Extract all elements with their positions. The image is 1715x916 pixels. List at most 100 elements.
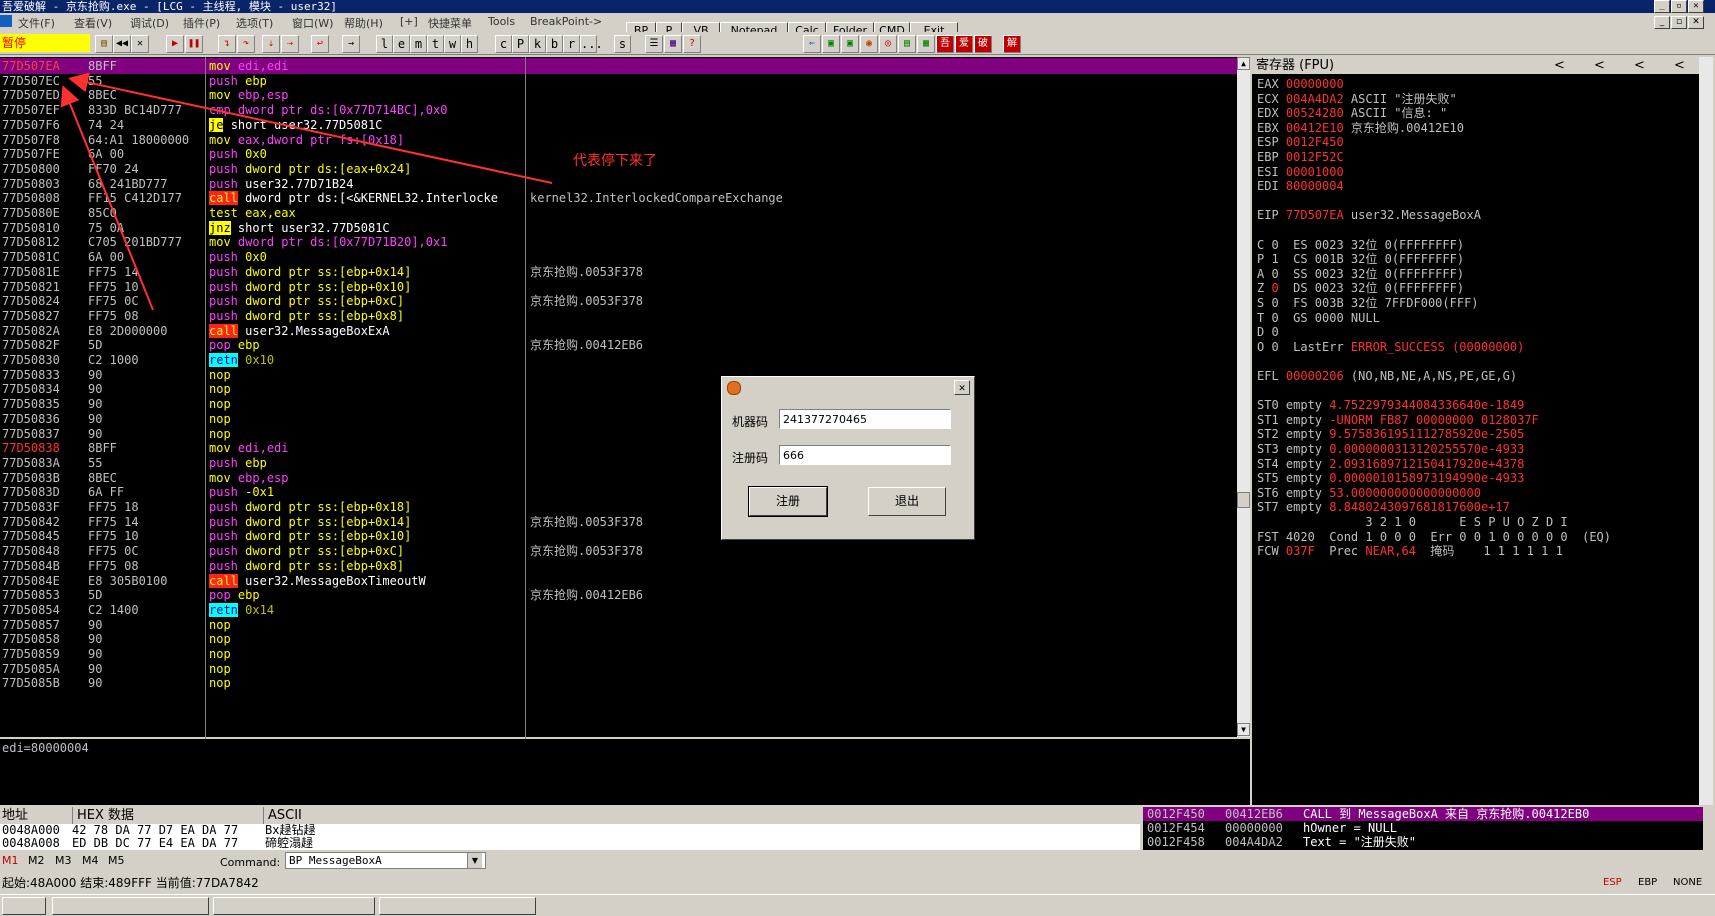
disasm-row[interactable]: 77D50848 FF75 0C push dword ptr ss:[ebp+0x…	[0, 543, 1237, 559]
register-line[interactable]: ST4 empty 2.0931689712150417920e+4378	[1257, 456, 1524, 472]
plugin-icon-2[interactable]: ▣	[841, 35, 859, 53]
register-line[interactable]: ST7 empty 8.8480243097681817600e+17	[1257, 499, 1510, 515]
menu-debug[interactable]: 调试(D)	[130, 15, 169, 31]
menu-options[interactable]: 选项(T)	[236, 15, 273, 31]
maximize-button[interactable]: ▫	[1671, 0, 1687, 13]
register-line[interactable]: Z 0 DS 0023 32位 0(FFFFFFFF)	[1257, 280, 1464, 296]
register-line[interactable]: ESI 00001000	[1257, 164, 1344, 180]
disasm-row[interactable]: 77D5081C 6A 00 push 0x0	[0, 249, 1237, 265]
menu-shortcut[interactable]: 快捷菜单	[428, 15, 472, 31]
disasm-row[interactable]: 77D50838 8BFF mov edi,edi	[0, 440, 1237, 456]
register-line[interactable]: FCW 037F Prec NEAR,64 掩码 1 1 1 1 1 1	[1257, 543, 1563, 559]
disasm-row[interactable]: 77D50837 90 nop	[0, 426, 1237, 442]
disasm-row[interactable]: 77D50854 C2 1400 retn 0x14	[0, 602, 1237, 618]
menu-window[interactable]: 窗口(W)	[292, 15, 333, 31]
memory-tab-3[interactable]: M3	[55, 854, 72, 867]
disasm-row[interactable]: 77D5085A 90 nop	[0, 661, 1237, 677]
register-line[interactable]: ESP 0012F450	[1257, 134, 1344, 150]
register-line[interactable]: EIP 77D507EA user32.MessageBoxA	[1257, 207, 1481, 223]
plugin-icon-1[interactable]: ▣	[822, 35, 840, 53]
plugin-icon-4[interactable]: ◎	[879, 35, 897, 53]
status-none[interactable]: NONE	[1673, 872, 1702, 894]
disasm-row[interactable]: 77D50810 75 0A jnz short user32.77D5081C	[0, 220, 1237, 236]
register-nav-4[interactable]: <	[1674, 57, 1685, 74]
register-line[interactable]: FST 4020 Cond 1 0 0 0 Err 0 0 1 0 0 0 0 …	[1257, 529, 1611, 545]
status-ebp[interactable]: EBP	[1638, 872, 1657, 894]
disasm-row[interactable]: 77D50842 FF75 14 push dword ptr ss:[ebp+0x…	[0, 514, 1237, 530]
stack-pane[interactable]: 0012F450 00412EB6 CALL 到 MessageBoxA 来自 京东…	[1143, 807, 1703, 850]
memory-tab-2[interactable]: M2	[28, 854, 45, 867]
step-into-icon[interactable]: ↴	[218, 35, 236, 53]
register-line[interactable]: EDI 80000004	[1257, 178, 1344, 194]
registers-pane[interactable]: EAX 00000000 ECX 004A4DA2 ASCII "注册失败" EDX…	[1252, 57, 1699, 805]
disasm-row[interactable]: 77D507EF 833D BC14D777 cmp dword ptr ds:[0…	[0, 102, 1237, 118]
registration-code-field[interactable]: 666	[779, 445, 951, 465]
disasm-row[interactable]: 77D50845 FF75 10 push dword ptr ss:[ebp+0x…	[0, 528, 1237, 544]
close-button[interactable]: ✕	[1688, 0, 1704, 13]
disasm-row[interactable]: 77D5083B 8BEC mov ebp,esp	[0, 470, 1237, 486]
breakpoints-button[interactable]: b	[546, 35, 563, 53]
list-icon[interactable]: ☰	[645, 35, 663, 53]
memory-tab-5[interactable]: M5	[108, 854, 125, 867]
dialog-title-bar[interactable]: ✕	[722, 377, 974, 397]
disasm-row[interactable]: 77D5083A 55 push ebp	[0, 455, 1237, 471]
register-nav-3[interactable]: <	[1634, 57, 1645, 74]
disasm-row[interactable]: 77D50827 FF75 08 push dword ptr ss:[ebp+0x…	[0, 308, 1237, 324]
register-line[interactable]: ST3 empty 0.0000000313120255570e-4933	[1257, 441, 1524, 457]
close-file-icon[interactable]: ✕	[131, 35, 149, 53]
register-line[interactable]: ECX 004A4DA2 ASCII "注册失败"	[1257, 91, 1457, 107]
menu-breakpoint[interactable]: BreakPoint->	[530, 15, 602, 28]
child-minimize-button[interactable]: _	[1654, 16, 1670, 29]
register-line[interactable]: 3 2 1 0 E S P U O Z D I	[1257, 514, 1567, 530]
machine-code-field[interactable]: 241377270465	[779, 409, 951, 429]
disasm-row[interactable]: 77D5082F 5D pop ebp 京东抢购.00412EB6	[0, 337, 1237, 353]
register-line[interactable]: EFL 00000206 (NO,NB,NE,A,NS,PE,GE,G)	[1257, 368, 1517, 384]
disasm-row[interactable]: 77D50833 90 nop	[0, 367, 1237, 383]
disasm-row[interactable]: 77D507F6 74 24 je short user32.77D5081C	[0, 117, 1237, 133]
disasm-row[interactable]: 77D5084E E8 305B0100 call user32.MessageBo…	[0, 573, 1237, 589]
dump-header-hex[interactable]: HEX 数据	[72, 807, 134, 824]
trace-over-icon[interactable]: ⇢	[281, 35, 299, 53]
taskbar-item-3[interactable]	[379, 897, 536, 915]
register-line[interactable]: ST5 empty 0.0000010158973194990e-4933	[1257, 470, 1524, 486]
taskbar-item-1[interactable]	[52, 897, 209, 915]
back-icon[interactable]: ⇐	[803, 35, 821, 53]
disasm-row[interactable]: 77D50858 90 nop	[0, 631, 1237, 647]
rewind-icon[interactable]: ◀◀	[113, 35, 131, 53]
disasm-row[interactable]: 77D50835 90 nop	[0, 396, 1237, 412]
stack-row[interactable]: 0012F454 00000000 hOwner = NULL	[1143, 821, 1703, 835]
windows-button[interactable]: w	[444, 35, 461, 53]
disasm-row[interactable]: 77D5085B 90 nop	[0, 675, 1237, 691]
register-line[interactable]: T 0 GS 0000 NULL	[1257, 310, 1380, 326]
register-line[interactable]: D 0	[1257, 324, 1279, 340]
minimize-button[interactable]: _	[1654, 0, 1670, 13]
register-line[interactable]: S 0 FS 003B 32位 7FFDF000(FFF)	[1257, 295, 1479, 311]
start-button[interactable]	[2, 897, 46, 915]
register-line[interactable]: O 0 LastErr ERROR_SUCCESS (00000000)	[1257, 339, 1524, 355]
memory-tab-1[interactable]: M1	[2, 854, 19, 867]
disasm-row[interactable]: 77D50821 FF75 10 push dword ptr ss:[ebp+0x…	[0, 279, 1237, 295]
log-window-button[interactable]: l	[376, 35, 393, 53]
menu-plugins[interactable]: 插件(P)	[183, 15, 220, 31]
command-dropdown-icon[interactable]: ▼	[467, 853, 482, 868]
disasm-row[interactable]: 77D5084B FF75 08 push dword ptr ss:[ebp+0x…	[0, 558, 1237, 574]
exit-button[interactable]: 退出	[868, 487, 946, 516]
handles-button[interactable]: h	[461, 35, 478, 53]
open-icon[interactable]: ▤	[95, 35, 113, 53]
disasm-row[interactable]: 77D507EA 8BFF mov edi,edi	[0, 58, 1237, 74]
disasm-row[interactable]: 77D50803 68 241BD777 push user32.77D71B24	[0, 176, 1237, 192]
memory-tab-4[interactable]: M4	[82, 854, 99, 867]
register-line[interactable]: ST1 empty -UNORM FB87 00000000 0128037F	[1257, 412, 1539, 428]
child-restore-button[interactable]: ▫	[1671, 16, 1687, 29]
disasm-row[interactable]: 77D5083F FF75 18 push dword ptr ss:[ebp+0x…	[0, 499, 1237, 515]
references-button[interactable]: r	[563, 35, 580, 53]
step-over-icon[interactable]: ↷	[237, 35, 255, 53]
register-line[interactable]: C 0 ES 0023 32位 0(FFFFFFFF)	[1257, 237, 1464, 253]
patches-button[interactable]: P	[512, 35, 529, 53]
register-line[interactable]: P 1 CS 001B 32位 0(FFFFFFFF)	[1257, 251, 1464, 267]
disassembly-scrollbar[interactable]: ▲ ▼	[1237, 57, 1250, 737]
disasm-row[interactable]: 77D50808 FF15 C412D177 call dword ptr ds:[…	[0, 190, 1237, 206]
register-line[interactable]: ST0 empty 4.7522979344084336640e-1849	[1257, 397, 1524, 413]
goto-icon[interactable]: →	[342, 35, 360, 53]
dump-header-ascii[interactable]: ASCII	[263, 807, 302, 824]
